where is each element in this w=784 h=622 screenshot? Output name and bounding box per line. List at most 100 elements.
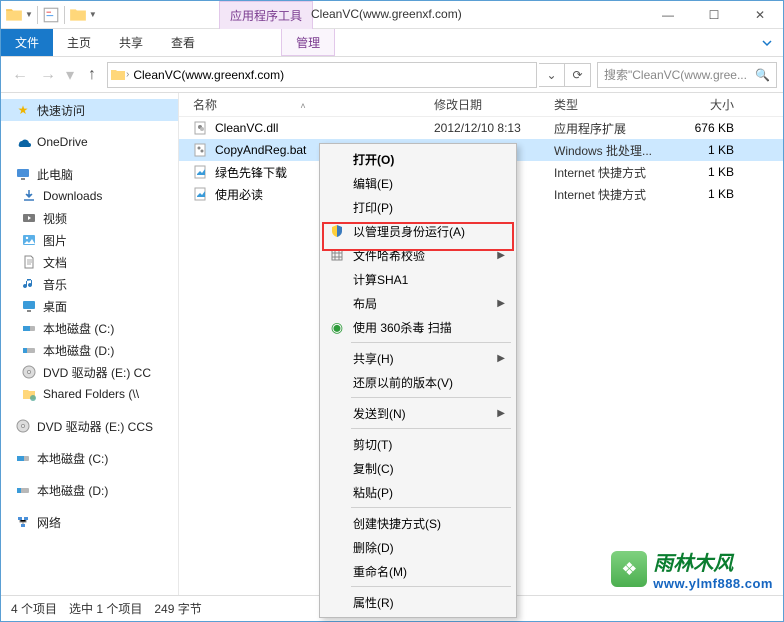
menu-separator bbox=[351, 428, 511, 429]
disk-icon bbox=[15, 482, 31, 498]
sort-indicator-icon: ˄ bbox=[300, 101, 305, 111]
ctx-cut[interactable]: 剪切(T) bbox=[323, 432, 513, 456]
sidebar-item-thispc[interactable]: 此电脑 bbox=[1, 163, 178, 185]
ctx-delete[interactable]: 删除(D) bbox=[323, 535, 513, 559]
menu-separator bbox=[351, 507, 511, 508]
ctx-sendto[interactable]: 发送到(N) ▶ bbox=[323, 401, 513, 425]
ctx-sha1[interactable]: 计算SHA1 bbox=[323, 267, 513, 291]
submenu-arrow-icon: ▶ bbox=[497, 353, 505, 364]
ctx-open[interactable]: 打开(O) bbox=[323, 147, 513, 171]
ribbon-expand-icon[interactable] bbox=[751, 29, 783, 56]
ctx-layout[interactable]: 布局▶ bbox=[323, 291, 513, 315]
folder-group-icon bbox=[69, 6, 87, 24]
pc-icon bbox=[15, 166, 31, 182]
ctx-copy[interactable]: 复制(C) bbox=[323, 456, 513, 480]
shield-icon bbox=[329, 223, 345, 239]
sidebar-label: 本地磁盘 (C:) bbox=[37, 450, 108, 467]
submenu-arrow-icon: ▶ bbox=[497, 408, 505, 419]
sidebar-item-dvd-e[interactable]: DVD 驱动器 (E:) CC bbox=[1, 361, 178, 383]
hash-icon bbox=[329, 247, 345, 263]
sidebar-item-videos[interactable]: 视频 bbox=[1, 207, 178, 229]
ctx-run-as-admin[interactable]: 以管理员身份运行(A) bbox=[323, 219, 513, 243]
col-date[interactable]: 修改日期 bbox=[434, 96, 554, 113]
ctx-restore[interactable]: 还原以前的版本(V) bbox=[323, 370, 513, 394]
disk-icon bbox=[21, 320, 37, 336]
file-icon bbox=[193, 142, 209, 158]
tab-file[interactable]: 文件 bbox=[1, 29, 53, 56]
refresh-button[interactable]: ⟳ bbox=[565, 63, 591, 87]
history-dropdown[interactable]: ▾ bbox=[63, 62, 77, 88]
file-type: 应用程序扩展 bbox=[554, 120, 674, 137]
address-bar[interactable]: › CleanVC(www.greenxf.com) bbox=[107, 62, 537, 88]
ctx-label: 发送到(N) bbox=[353, 405, 406, 422]
ctx-label: 共享(H) bbox=[353, 350, 394, 367]
sidebar-item-onedrive[interactable]: OneDrive bbox=[1, 131, 178, 153]
qat-overflow-icon[interactable]: ▼ bbox=[89, 10, 97, 19]
sidebar-item-disk-d[interactable]: 本地磁盘 (D:) bbox=[1, 339, 178, 361]
ctx-properties[interactable]: 属性(R) bbox=[323, 590, 513, 614]
sidebar-label: DVD 驱动器 (E:) CC bbox=[43, 364, 151, 381]
forward-button[interactable]: → bbox=[35, 62, 61, 88]
ctx-label: 布局 bbox=[353, 295, 377, 312]
sidebar-label: 此电脑 bbox=[37, 166, 73, 183]
maximize-button[interactable]: ☐ bbox=[691, 1, 737, 29]
col-type[interactable]: 类型 bbox=[554, 96, 674, 113]
menu-separator bbox=[351, 397, 511, 398]
file-type: Internet 快捷方式 bbox=[554, 186, 674, 203]
sidebar-label: 文档 bbox=[43, 254, 67, 271]
sidebar-item-disk-c2[interactable]: 本地磁盘 (C:) bbox=[1, 447, 178, 469]
sidebar-item-documents[interactable]: 文档 bbox=[1, 251, 178, 273]
file-icon bbox=[193, 164, 209, 180]
sidebar-item-pictures[interactable]: 图片 bbox=[1, 229, 178, 251]
watermark-logo-icon: ❖ bbox=[611, 551, 647, 587]
tab-view[interactable]: 查看 bbox=[157, 29, 209, 56]
col-name[interactable]: 名称 ˄ bbox=[179, 96, 434, 113]
ctx-edit[interactable]: 编辑(E) bbox=[323, 171, 513, 195]
tab-home[interactable]: 主页 bbox=[53, 29, 105, 56]
ctx-360scan[interactable]: ◉使用 360杀毒 扫描 bbox=[323, 315, 513, 339]
search-box[interactable]: 搜索"CleanVC(www.gree... 🔍 bbox=[597, 62, 777, 88]
properties-icon[interactable] bbox=[42, 6, 60, 24]
status-selection: 选中 1 个项目 bbox=[69, 600, 142, 617]
tab-share[interactable]: 共享 bbox=[105, 29, 157, 56]
path-segment[interactable]: CleanVC(www.greenxf.com) bbox=[129, 68, 288, 82]
sidebar-item-disk-d2[interactable]: 本地磁盘 (D:) bbox=[1, 479, 178, 501]
sidebar-item-quick-access[interactable]: ★快速访问 bbox=[1, 99, 178, 121]
sidebar-item-downloads[interactable]: Downloads bbox=[1, 185, 178, 207]
ctx-label: 以管理员身份运行(A) bbox=[353, 223, 465, 240]
sidebar-item-network[interactable]: 网络 bbox=[1, 511, 178, 533]
sidebar-item-dvd-e2[interactable]: DVD 驱动器 (E:) CCS bbox=[1, 415, 178, 437]
ribbon-context-tab: 应用程序工具 bbox=[219, 1, 313, 29]
sidebar-item-music[interactable]: 音乐 bbox=[1, 273, 178, 295]
sidebar-item-disk-c[interactable]: 本地磁盘 (C:) bbox=[1, 317, 178, 339]
ctx-shortcut[interactable]: 创建快捷方式(S) bbox=[323, 511, 513, 535]
sidebar-label: 网络 bbox=[37, 514, 61, 531]
minimize-button[interactable]: — bbox=[645, 1, 691, 29]
search-icon: 🔍 bbox=[755, 68, 770, 82]
qat-dropdown-icon[interactable]: ▼ bbox=[25, 10, 33, 19]
address-dropdown-button[interactable]: ⌄ bbox=[539, 63, 565, 87]
ctx-share[interactable]: 共享(H) ▶ bbox=[323, 346, 513, 370]
search-placeholder: 搜索"CleanVC(www.gree... bbox=[604, 66, 747, 83]
file-size: 676 KB bbox=[674, 121, 744, 135]
ctx-print[interactable]: 打印(P) bbox=[323, 195, 513, 219]
close-button[interactable]: ✕ bbox=[737, 1, 783, 29]
col-size[interactable]: 大小 bbox=[674, 96, 744, 113]
network-folder-icon bbox=[21, 386, 37, 402]
ctx-hash[interactable]: 文件哈希校验▶ bbox=[323, 243, 513, 267]
ctx-label: 打开(O) bbox=[353, 151, 394, 168]
sidebar-item-desktop[interactable]: 桌面 bbox=[1, 295, 178, 317]
file-row[interactable]: CleanVC.dll2012/12/10 8:13应用程序扩展676 KB bbox=[179, 117, 783, 139]
quick-access-toolbar: ▼ ▼ bbox=[1, 6, 101, 24]
sidebar-label: OneDrive bbox=[37, 135, 88, 149]
address-buttons: ⌄ ⟳ bbox=[539, 63, 591, 87]
status-bytes: 249 字节 bbox=[154, 600, 201, 617]
desktop-icon bbox=[21, 298, 37, 314]
sidebar-label: 图片 bbox=[43, 232, 67, 249]
sidebar-item-shared[interactable]: Shared Folders (\\ bbox=[1, 383, 178, 405]
tab-manage[interactable]: 管理 bbox=[281, 29, 335, 56]
back-button[interactable]: ← bbox=[7, 62, 33, 88]
ctx-paste[interactable]: 粘贴(P) bbox=[323, 480, 513, 504]
ctx-rename[interactable]: 重命名(M) bbox=[323, 559, 513, 583]
up-button[interactable]: ↑ bbox=[79, 62, 105, 88]
